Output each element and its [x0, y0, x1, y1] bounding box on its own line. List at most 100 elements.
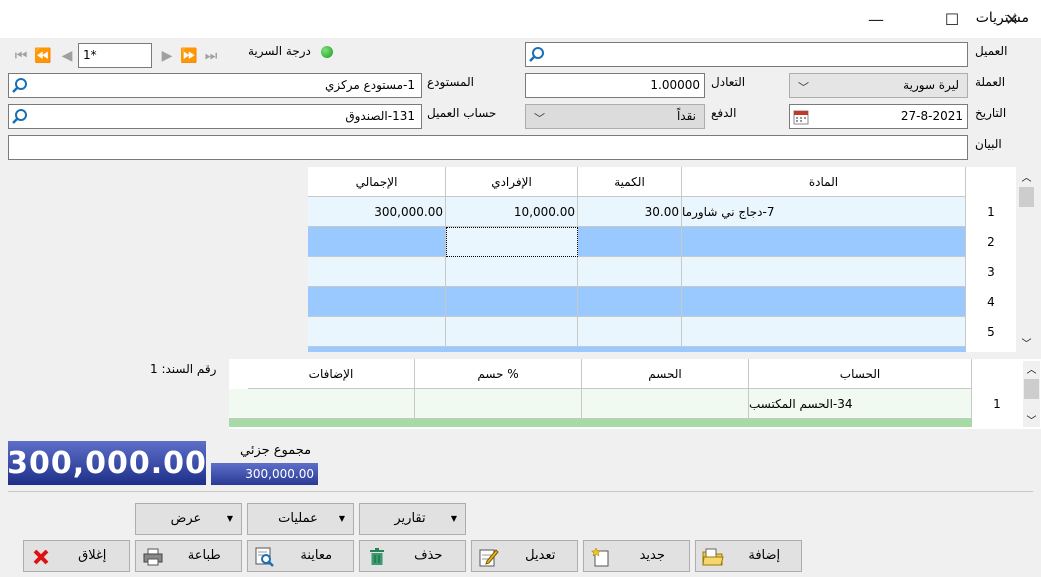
next-fast-icon[interactable]: ⏩	[178, 44, 200, 68]
row-number: 3	[966, 257, 1016, 287]
search-icon[interactable]	[11, 77, 29, 95]
scroll-up-icon[interactable]: ︿	[1023, 361, 1040, 376]
customer-account-label: حساب العميل	[427, 106, 497, 120]
exchange-value: 1.00000	[650, 78, 700, 92]
delete-button[interactable]: حذف	[359, 540, 466, 572]
cell-item[interactable]	[682, 257, 966, 287]
divider	[8, 491, 1033, 492]
view-dropdown-button[interactable]: عرض ▼	[135, 503, 242, 535]
cell-unit[interactable]: 10,000.00	[446, 197, 578, 227]
cell-total[interactable]	[308, 287, 446, 317]
cell-qty[interactable]	[578, 227, 682, 257]
customer-label: العميل	[975, 44, 1008, 58]
cell-unit[interactable]	[446, 317, 578, 347]
cell-item[interactable]	[682, 227, 966, 257]
subtotal-value: 300,000.00	[211, 463, 318, 485]
new-label: جديد	[639, 548, 665, 563]
column-header-percent[interactable]: حسم %	[415, 359, 582, 389]
cell-qty[interactable]	[578, 257, 682, 287]
scroll-down-icon[interactable]: ﹀	[1023, 412, 1040, 427]
reports-dropdown-button[interactable]: تقارير ▼	[359, 503, 466, 535]
column-header-unit[interactable]: الإفرادي	[446, 167, 578, 197]
column-header-qty[interactable]: الكمية	[578, 167, 682, 197]
cell-qty[interactable]: 30.00	[578, 197, 682, 227]
close-button[interactable]: إغلاق	[23, 540, 130, 572]
cell-unit-focused[interactable]	[446, 227, 578, 257]
column-header-discount[interactable]: الحسم	[582, 359, 749, 389]
cell-item[interactable]	[682, 287, 966, 317]
date-value: 27-8-2021	[900, 109, 963, 123]
caret-down-icon: ▼	[450, 514, 457, 523]
payment-select[interactable]: ﹀ نقداً	[525, 104, 705, 129]
date-field[interactable]: 27-8-2021	[789, 104, 968, 129]
cell-total[interactable]	[308, 317, 446, 347]
cell-account[interactable]: 34-الحسم المكتسب	[749, 389, 972, 419]
cell-total[interactable]	[308, 227, 446, 257]
items-table: المادة الكمية الإفرادي الإجمالي 7-دجاج ن…	[308, 167, 1016, 352]
cell-item[interactable]: 7-دجاج ني شاورما	[682, 197, 966, 227]
partial-row	[229, 419, 972, 427]
customer-field[interactable]	[525, 42, 968, 67]
add-label: إضافة	[748, 548, 781, 563]
column-header-additions[interactable]: الإضافات	[248, 359, 415, 389]
last-record-icon[interactable]: ⏭	[200, 44, 222, 68]
trash-icon	[366, 546, 388, 568]
scroll-thumb[interactable]	[1019, 187, 1034, 207]
record-number: 1*	[83, 48, 97, 62]
record-number-field[interactable]: 1*	[78, 43, 152, 68]
cell-additions[interactable]	[248, 389, 415, 419]
first-record-icon[interactable]: ⏮	[10, 44, 32, 68]
cell-item[interactable]	[682, 317, 966, 347]
cell-discount[interactable]	[582, 389, 749, 419]
exchange-label: التعادل	[711, 75, 746, 89]
customer-account-field[interactable]: 131-الصندوق	[8, 104, 422, 129]
print-button[interactable]: طباعة	[135, 540, 242, 572]
title-bar: مشتريات — ☐ ✕	[0, 0, 1041, 38]
table-row[interactable]	[308, 287, 966, 317]
prev-fast-icon[interactable]: ⏪	[32, 44, 54, 68]
currency-select[interactable]: ﹀ ليرة سورية	[789, 73, 968, 98]
maximize-button[interactable]: ☐	[932, 6, 972, 32]
grand-total: 300,000.00	[7, 441, 206, 485]
row-indicator	[229, 389, 248, 419]
preview-button[interactable]: معاينة	[247, 540, 354, 572]
cell-total[interactable]: 300,000.00	[308, 197, 446, 227]
calendar-icon[interactable]	[793, 109, 809, 125]
view-label: عرض	[170, 511, 202, 526]
exchange-field[interactable]: 1.00000	[525, 73, 705, 98]
table-row[interactable]	[308, 227, 966, 257]
cell-unit[interactable]	[446, 257, 578, 287]
items-scrollbar[interactable]: ︿ ﹀	[1018, 167, 1035, 352]
minimize-button[interactable]: —	[856, 6, 896, 32]
table-row[interactable]	[308, 317, 966, 347]
add-button[interactable]: إضافة	[695, 540, 802, 572]
warehouse-label: المستودع	[427, 75, 474, 89]
cell-qty[interactable]	[578, 317, 682, 347]
column-header-account[interactable]: الحساب	[749, 359, 972, 389]
close-window-button[interactable]: ✕	[992, 6, 1032, 32]
operations-dropdown-button[interactable]: عمليات ▼	[247, 503, 354, 535]
discount-table: الحساب الحسم حسم % الإضافات 34-الحسم الم…	[229, 359, 1041, 429]
cell-total[interactable]	[308, 257, 446, 287]
cell-qty[interactable]	[578, 287, 682, 317]
prev-record-icon[interactable]: ◀	[56, 44, 78, 68]
table-row[interactable]	[308, 257, 966, 287]
description-field[interactable]	[8, 135, 968, 160]
next-record-icon[interactable]: ▶	[156, 44, 178, 68]
column-header-item[interactable]: المادة	[682, 167, 966, 197]
table-row[interactable]: 7-دجاج ني شاورما 30.00 10,000.00 300,000…	[308, 197, 966, 227]
search-icon[interactable]	[11, 108, 29, 126]
currency-value: ليرة سورية	[903, 78, 959, 92]
column-header-total[interactable]: الإجمالي	[308, 167, 446, 197]
scroll-down-icon[interactable]: ﹀	[1018, 335, 1035, 350]
chevron-down-icon: ﹀	[534, 112, 545, 125]
cell-percent[interactable]	[415, 389, 582, 419]
new-button[interactable]: جديد	[583, 540, 690, 572]
cell-unit[interactable]	[446, 287, 578, 317]
search-icon[interactable]	[528, 46, 546, 64]
warehouse-field[interactable]: 1-مستودع مركزي	[8, 73, 422, 98]
discount-scrollbar[interactable]: ︿ ﹀	[1023, 361, 1040, 427]
scroll-up-icon[interactable]: ︿	[1018, 169, 1035, 184]
scroll-thumb[interactable]	[1024, 379, 1039, 399]
edit-button[interactable]: تعديل	[471, 540, 578, 572]
